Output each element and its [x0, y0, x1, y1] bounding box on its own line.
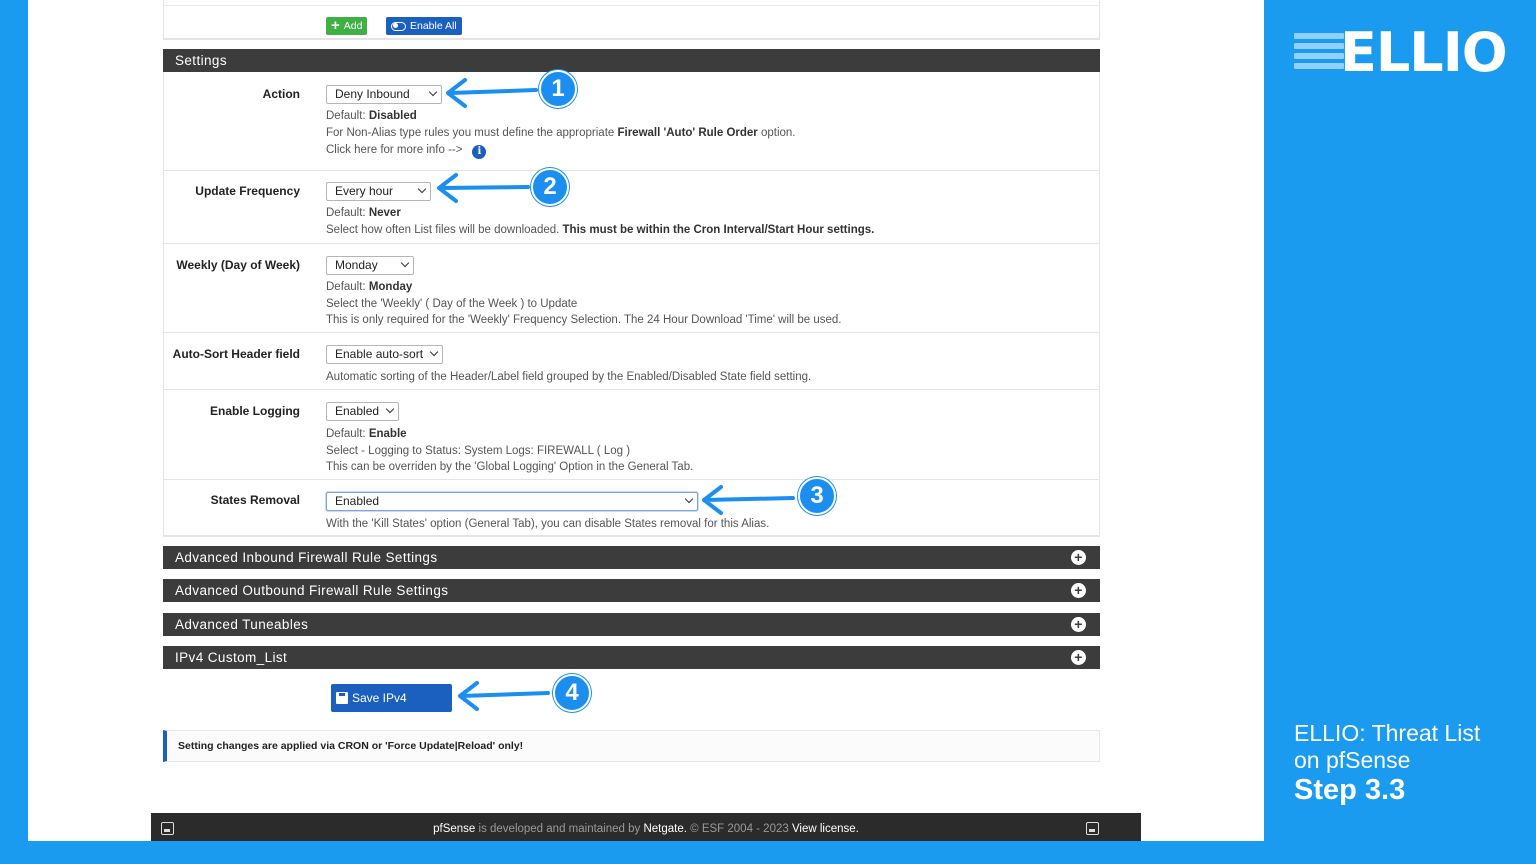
arrow-1: [446, 78, 538, 108]
ellio-logo: ELLIO: [1294, 26, 1514, 80]
arrow-2: [437, 173, 530, 203]
annotation-badge-3: 3: [798, 477, 836, 515]
annotation-badge-2: 2: [531, 168, 569, 206]
browser-viewport: + Add Enable All Settings Action Deny In…: [28, 0, 1264, 841]
arrow-3: [702, 485, 795, 515]
logo-text: ELLIO: [1340, 21, 1508, 84]
annotation-badge-1: 1: [539, 70, 577, 108]
annotation-badge-4: 4: [553, 674, 591, 712]
arrow-4: [458, 681, 550, 711]
logo-lines-icon: [1294, 33, 1344, 73]
annotation-arrows: [437, 78, 795, 711]
tutorial-subtitle: ELLIO: Threat List on pfSense: [1294, 720, 1481, 773]
step-label: Step 3.3: [1294, 774, 1406, 806]
